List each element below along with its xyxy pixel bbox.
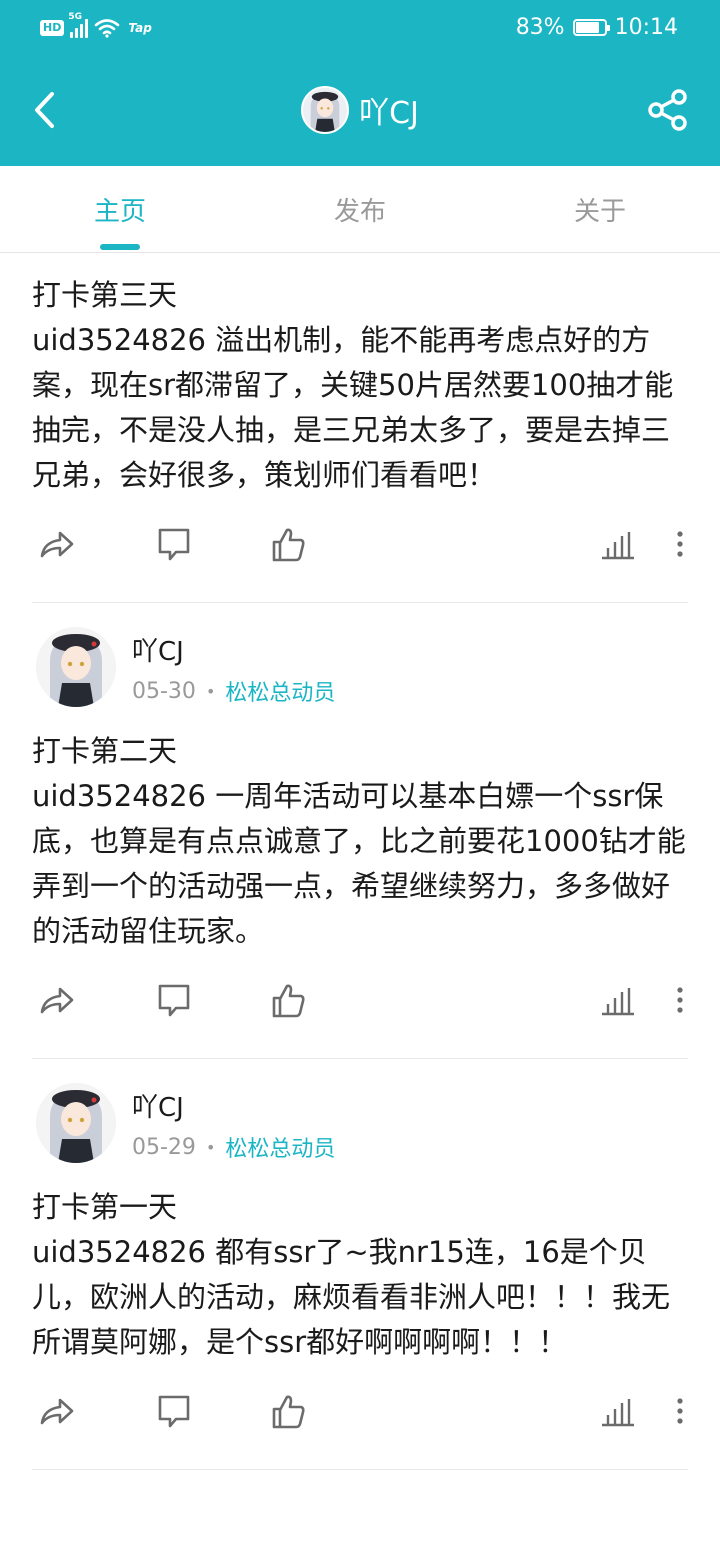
clock: 10:14: [614, 14, 678, 40]
thumbs-up-icon: [272, 984, 305, 1018]
battery-icon: [572, 18, 610, 36]
hd-badge: HD: [40, 20, 65, 36]
thumbs-up-icon: [272, 1395, 305, 1429]
post-meta: 05-30 • 松松总动员: [132, 675, 335, 707]
post-author[interactable]: 吖CJ: [132, 1087, 184, 1124]
share-arrow-icon: [40, 987, 74, 1014]
more-button[interactable]: [672, 978, 688, 1022]
comment-icon: [158, 984, 190, 1017]
battery-percent: 83%: [515, 14, 565, 40]
avatar[interactable]: [36, 1083, 116, 1163]
post-date: 05-29: [132, 1134, 196, 1160]
avatar-image: [36, 1083, 116, 1163]
stats-button[interactable]: [596, 1389, 640, 1433]
comment-icon: [158, 1395, 190, 1428]
stats-button[interactable]: [596, 522, 640, 566]
more-button[interactable]: [672, 522, 688, 566]
share-action-button[interactable]: [34, 978, 78, 1022]
wifi-icon: [95, 19, 120, 38]
post-author[interactable]: 吖CJ: [132, 631, 184, 668]
post-title[interactable]: 打卡第二天: [32, 713, 688, 774]
share-button[interactable]: [646, 88, 690, 132]
post-header: 吖CJ 05-29 • 松松总动员: [32, 1059, 688, 1169]
tab-about[interactable]: 关于: [480, 166, 720, 252]
status-left: HD 5G Tap: [40, 12, 152, 42]
post-body[interactable]: uid3524826 溢出机制，能不能再考虑点好的方案，现在sr都滞留了，关键5…: [32, 318, 688, 498]
post-title[interactable]: 打卡第一天: [32, 1169, 688, 1230]
tab-bar: 主页 发布 关于: [0, 166, 720, 253]
tab-label: 关于: [573, 196, 626, 227]
more-vertical-icon: [677, 987, 683, 1013]
app-header: 吖CJ: [0, 56, 720, 166]
cell-signal-icon: 5G: [68, 12, 89, 38]
post-header: 吖CJ 05-30 • 松松总动员: [32, 603, 688, 713]
status-bar: HD 5G Tap 83% 10:14: [0, 0, 720, 56]
tab-home[interactable]: 主页: [0, 166, 240, 252]
comment-button[interactable]: [152, 522, 196, 566]
like-button[interactable]: [266, 1389, 310, 1433]
tab-label: 主页: [93, 196, 146, 227]
post-community-badge[interactable]: 松松总动员: [225, 675, 335, 707]
post-card: 打卡第三天 uid3524826 溢出机制，能不能再考虑点好的方案，现在sr都滞…: [32, 253, 688, 603]
post-title[interactable]: 打卡第三天: [32, 253, 688, 318]
tab-posts[interactable]: 发布: [240, 166, 480, 252]
battery-fill: [575, 21, 599, 33]
comment-button[interactable]: [152, 1389, 196, 1433]
more-button[interactable]: [672, 1389, 688, 1433]
post-date: 05-30: [132, 678, 196, 704]
share-action-button[interactable]: [34, 522, 78, 566]
wifi-tap-label: Tap: [128, 21, 152, 35]
separator-dot: •: [205, 681, 216, 701]
status-right: 83% 10:14: [516, 12, 678, 42]
post-body[interactable]: uid3524826 都有ssr了~我nr15连，16是个贝儿，欧洲人的活动，麻…: [32, 1230, 688, 1365]
comment-icon: [158, 528, 190, 561]
share-arrow-icon: [40, 531, 74, 558]
post-card: 吖CJ 05-29 • 松松总动员 打卡第一天 uid3524826 都有ssr…: [32, 1059, 688, 1470]
share-icon: [648, 89, 687, 131]
avatar-image: [303, 88, 348, 132]
post-community-badge[interactable]: 松松总动员: [225, 1131, 335, 1163]
network-type: 5G: [68, 12, 82, 22]
separator-dot: •: [205, 1137, 216, 1157]
stats-icon: [602, 1399, 634, 1427]
thumbs-up-icon: [272, 528, 305, 562]
comment-button[interactable]: [152, 978, 196, 1022]
more-vertical-icon: [677, 531, 683, 557]
avatar[interactable]: [36, 627, 116, 707]
post-meta: 05-29 • 松松总动员: [132, 1131, 335, 1163]
post-actions: [32, 498, 688, 602]
share-arrow-icon: [40, 1398, 74, 1425]
more-vertical-icon: [677, 1398, 683, 1424]
stats-icon: [602, 988, 634, 1016]
header-title: 吖CJ: [359, 96, 419, 131]
like-button[interactable]: [266, 978, 310, 1022]
avatar[interactable]: [301, 86, 350, 134]
post-actions: [32, 1365, 688, 1469]
post-actions: [32, 954, 688, 1058]
post-body[interactable]: uid3524826 一周年活动可以基本白嫖一个ssr保底，也算是有点点诚意了，…: [32, 774, 688, 954]
profile-title: 吖CJ: [0, 84, 720, 136]
post-feed: 打卡第三天 uid3524826 溢出机制，能不能再考虑点好的方案，现在sr都滞…: [0, 253, 720, 1470]
stats-button[interactable]: [596, 978, 640, 1022]
post-card: 吖CJ 05-30 • 松松总动员 打卡第二天 uid3524826 一周年活动…: [32, 603, 688, 1059]
like-button[interactable]: [266, 522, 310, 566]
tab-indicator: [100, 244, 140, 250]
share-action-button[interactable]: [34, 1389, 78, 1433]
avatar-image: [36, 627, 116, 707]
tab-label: 发布: [333, 196, 386, 227]
stats-icon: [602, 532, 634, 560]
